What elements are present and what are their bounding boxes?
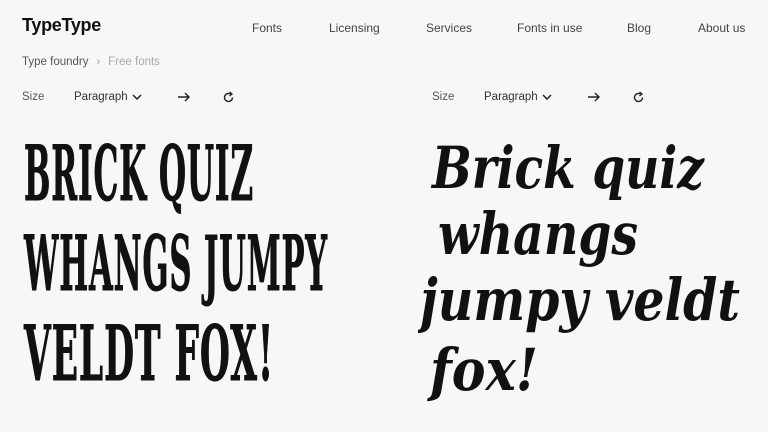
specimen-line-3: jumpy veldt	[418, 266, 740, 334]
specimen-line-4: fox!	[427, 336, 538, 404]
logo[interactable]: TypeType	[22, 15, 101, 36]
nav-fonts[interactable]: Fonts	[252, 21, 282, 35]
site-header: TypeType Fonts Licensing Services Fonts …	[0, 0, 768, 56]
refresh-icon	[223, 90, 233, 102]
left-specimen-controls: Size Paragraph	[22, 88, 238, 106]
specimen-line-1: BRICK QUIZ	[24, 129, 254, 218]
refresh-icon	[633, 90, 643, 102]
specimen-line-3: VELDT FOX!	[24, 309, 274, 398]
mode-dropdown[interactable]: Paragraph	[74, 91, 174, 103]
blackletter-specimen-svg: BRICK QUIZ WHANGS JUMPY VELDT FOX!	[23, 129, 328, 399]
specimen-line-2: WHANGS JUMPY	[24, 219, 328, 308]
mode-dropdown[interactable]: Paragraph	[484, 91, 584, 103]
next-text-button[interactable]	[174, 88, 194, 106]
specimen-line-2: whangs	[438, 200, 638, 268]
nav-about-us[interactable]: About us	[698, 21, 745, 35]
brush-script-specimen[interactable]: Brick quiz whangs jumpy veldt fox!	[418, 128, 768, 432]
brush-script-specimen-svg: Brick quiz whangs jumpy veldt fox!	[418, 134, 740, 404]
size-label[interactable]: Size	[22, 91, 74, 103]
size-label[interactable]: Size	[432, 91, 484, 103]
nav-services[interactable]: Services	[426, 21, 472, 35]
specimen-line-1: Brick quiz	[430, 134, 704, 202]
breadcrumb-current: Free fonts	[108, 56, 160, 68]
chevron-down-icon	[132, 94, 142, 100]
next-text-button[interactable]	[584, 88, 604, 106]
blackletter-specimen[interactable]: BRICK QUIZ WHANGS JUMPY VELDT FOX!	[18, 128, 398, 432]
reset-button[interactable]	[628, 88, 648, 106]
breadcrumb-type-foundry[interactable]: Type foundry	[22, 56, 88, 68]
nav-licensing[interactable]: Licensing	[329, 21, 380, 35]
nav-blog[interactable]: Blog	[627, 21, 651, 35]
nav-fonts-in-use[interactable]: Fonts in use	[517, 21, 582, 35]
arrow-right-icon	[588, 92, 600, 102]
breadcrumb: Type foundry › Free fonts	[22, 56, 160, 68]
reset-button[interactable]	[218, 88, 238, 106]
right-specimen-controls: Size Paragraph	[432, 88, 648, 106]
mode-dropdown-value: Paragraph	[74, 91, 128, 103]
chevron-down-icon	[542, 94, 552, 100]
chevron-right-icon: ›	[96, 56, 101, 68]
mode-dropdown-value: Paragraph	[484, 91, 538, 103]
arrow-right-icon	[178, 92, 190, 102]
